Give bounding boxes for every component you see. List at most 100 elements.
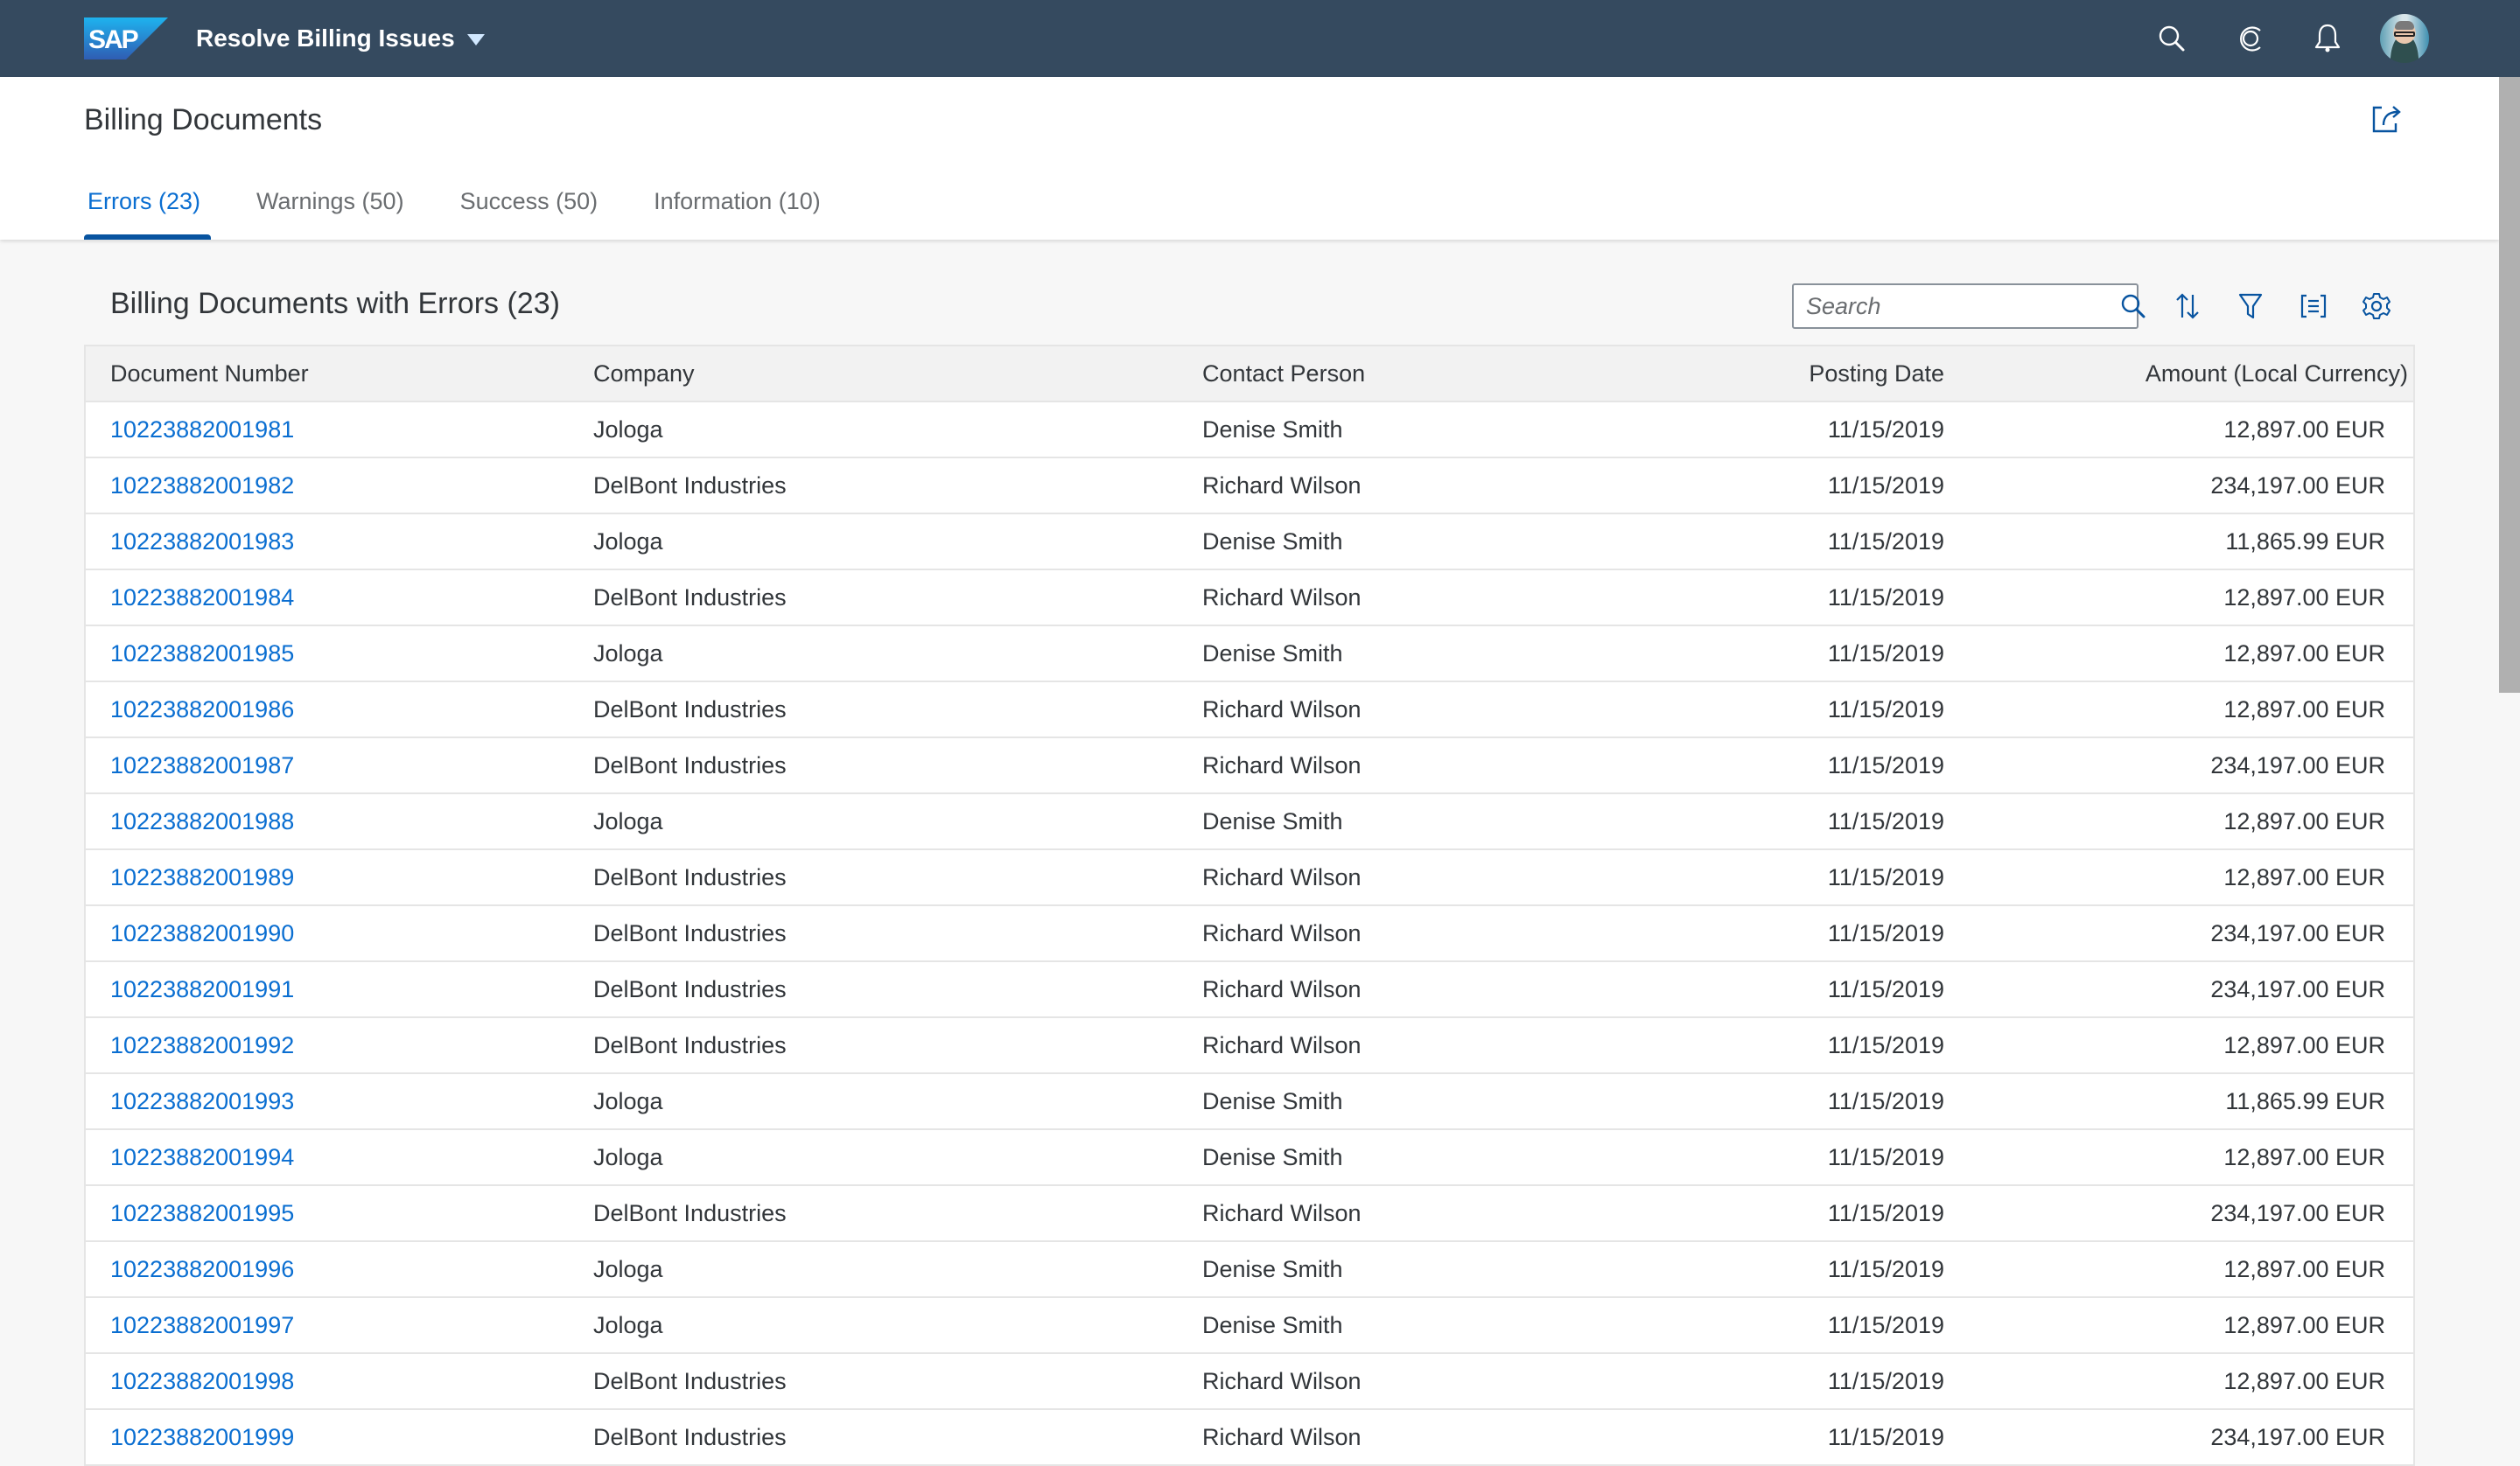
document-number-link[interactable]: 10223882001997 bbox=[86, 1312, 569, 1339]
document-number-link[interactable]: 10223882001987 bbox=[86, 752, 569, 779]
cell-posting-date: 11/15/2019 bbox=[1827, 1367, 1944, 1394]
user-avatar[interactable] bbox=[2380, 14, 2429, 63]
filter-button[interactable] bbox=[2230, 285, 2272, 327]
column-header-contact-person[interactable]: Contact Person bbox=[1176, 360, 1591, 387]
page-title: Billing Documents bbox=[84, 103, 323, 136]
document-number-link[interactable]: 10223882001992 bbox=[86, 1032, 569, 1059]
document-number-link[interactable]: 10223882001993 bbox=[86, 1088, 569, 1115]
cell-posting-date: 11/15/2019 bbox=[1827, 863, 1944, 890]
search-input[interactable] bbox=[1794, 285, 2120, 327]
document-number-link[interactable]: 10223882001984 bbox=[86, 584, 569, 611]
cell-posting-date: 11/15/2019 bbox=[1827, 527, 1944, 555]
notifications-button[interactable] bbox=[2308, 19, 2347, 58]
document-number-link[interactable]: 10223882001985 bbox=[86, 640, 569, 667]
document-number-link[interactable]: 10223882001999 bbox=[86, 1424, 569, 1451]
settings-button[interactable] bbox=[2356, 285, 2398, 327]
cell-amount: 11,865.99 EUR bbox=[2225, 1087, 2385, 1114]
document-number-link[interactable]: 10223882001991 bbox=[86, 976, 569, 1003]
table-row[interactable]: 10223882001984 DelBont Industries Richard … bbox=[86, 570, 2413, 626]
column-header-amount[interactable]: Amount (Local Currency) bbox=[1969, 360, 2413, 387]
table-row[interactable]: 10223882001985 Jologa Denise Smith 11/15/20… bbox=[86, 626, 2413, 682]
cell-posting-date: 11/15/2019 bbox=[1827, 1423, 1944, 1450]
page-scrollbar[interactable] bbox=[2499, 77, 2520, 1466]
table-row[interactable]: 10223882001992 DelBont Industries Richard … bbox=[86, 1018, 2413, 1074]
table-row[interactable]: 10223882001991 DelBont Industries Richard … bbox=[86, 962, 2413, 1018]
cell-posting-date: 11/15/2019 bbox=[1827, 751, 1944, 778]
cell-posting-date: 11/15/2019 bbox=[1827, 1199, 1944, 1226]
document-number-link[interactable]: 10223882001982 bbox=[86, 472, 569, 499]
cell-contact-person: Richard Wilson bbox=[1202, 695, 1362, 723]
table-row[interactable]: 10223882001999 DelBont Industries Richard … bbox=[86, 1410, 2413, 1466]
group-button[interactable] bbox=[2292, 285, 2334, 327]
table-row[interactable]: 10223882001995 DelBont Industries Richard … bbox=[86, 1186, 2413, 1242]
cell-contact-person: Richard Wilson bbox=[1202, 919, 1362, 946]
table-row[interactable]: 10223882001990 DelBont Industries Richard … bbox=[86, 906, 2413, 962]
cell-amount: 12,897.00 EUR bbox=[2223, 1311, 2385, 1338]
document-number-link[interactable]: 10223882001986 bbox=[86, 696, 569, 723]
table-row[interactable]: 10223882001987 DelBont Industries Richard … bbox=[86, 738, 2413, 794]
group-icon bbox=[2300, 294, 2327, 318]
table-body: 10223882001981 Jologa Denise Smith 11/15/20… bbox=[86, 402, 2413, 1466]
column-header-posting-date[interactable]: Posting Date bbox=[1591, 360, 1969, 387]
bell-icon bbox=[2314, 24, 2341, 52]
app-title-menu[interactable]: Resolve Billing Issues bbox=[196, 21, 485, 56]
tab-warnings[interactable]: Warnings (50) bbox=[253, 184, 408, 240]
document-number-link[interactable]: 10223882001983 bbox=[86, 528, 569, 555]
document-number-link[interactable]: 10223882001995 bbox=[86, 1200, 569, 1227]
shell-search-button[interactable] bbox=[2152, 19, 2191, 58]
cell-company: Jologa bbox=[593, 527, 663, 555]
document-number-link[interactable]: 10223882001996 bbox=[86, 1256, 569, 1283]
cell-company: DelBont Industries bbox=[593, 583, 787, 611]
column-header-document-number[interactable]: Document Number bbox=[86, 360, 569, 387]
table-row[interactable]: 10223882001981 Jologa Denise Smith 11/15/20… bbox=[86, 402, 2413, 458]
document-number-link[interactable]: 10223882001989 bbox=[86, 864, 569, 891]
tab-errors[interactable]: Errors (23) bbox=[84, 184, 212, 240]
table-row[interactable]: 10223882001983 Jologa Denise Smith 11/15/20… bbox=[86, 514, 2413, 570]
cell-posting-date: 11/15/2019 bbox=[1827, 1143, 1944, 1170]
document-number-link[interactable]: 10223882001998 bbox=[86, 1368, 569, 1395]
cell-posting-date: 11/15/2019 bbox=[1827, 1087, 1944, 1114]
cell-contact-person: Denise Smith bbox=[1202, 1143, 1343, 1170]
cell-amount: 12,897.00 EUR bbox=[2223, 1367, 2385, 1394]
cell-amount: 234,197.00 EUR bbox=[2210, 919, 2385, 946]
cell-company: Jologa bbox=[593, 1311, 663, 1338]
sap-logo[interactable]: SAP bbox=[84, 17, 168, 59]
cell-company: Jologa bbox=[593, 807, 663, 834]
document-number-link[interactable]: 10223882001994 bbox=[86, 1144, 569, 1171]
share-button[interactable] bbox=[2368, 100, 2406, 138]
tab-bar: Errors (23) Warnings (50) Success (50) I… bbox=[84, 184, 873, 240]
sort-icon bbox=[2176, 293, 2199, 319]
cell-company: Jologa bbox=[593, 1143, 663, 1170]
copilot-button[interactable] bbox=[2231, 19, 2270, 58]
table-row[interactable]: 10223882001996 Jologa Denise Smith 11/15/20… bbox=[86, 1242, 2413, 1298]
document-number-link[interactable]: 10223882001981 bbox=[86, 416, 569, 443]
scrollbar-thumb[interactable] bbox=[2499, 77, 2520, 693]
cell-amount: 234,197.00 EUR bbox=[2210, 751, 2385, 778]
tab-success[interactable]: Success (50) bbox=[457, 184, 602, 240]
sort-button[interactable] bbox=[2166, 285, 2208, 327]
cell-amount: 12,897.00 EUR bbox=[2223, 583, 2385, 611]
table-row[interactable]: 10223882001982 DelBont Industries Richard … bbox=[86, 458, 2413, 514]
cell-amount: 12,897.00 EUR bbox=[2223, 1255, 2385, 1282]
cell-amount: 12,897.00 EUR bbox=[2223, 863, 2385, 890]
document-number-link[interactable]: 10223882001988 bbox=[86, 808, 569, 835]
cell-contact-person: Denise Smith bbox=[1202, 527, 1343, 555]
table-row[interactable]: 10223882001989 DelBont Industries Richard … bbox=[86, 850, 2413, 906]
gear-icon bbox=[2362, 293, 2390, 319]
cell-contact-person: Richard Wilson bbox=[1202, 751, 1362, 778]
document-number-link[interactable]: 10223882001990 bbox=[86, 920, 569, 947]
search-submit-button[interactable] bbox=[2120, 285, 2146, 327]
tab-information[interactable]: Information (10) bbox=[650, 184, 824, 240]
table-row[interactable]: 10223882001994 Jologa Denise Smith 11/15/20… bbox=[86, 1130, 2413, 1186]
cell-posting-date: 11/15/2019 bbox=[1827, 1255, 1944, 1282]
table-row[interactable]: 10223882001988 Jologa Denise Smith 11/15/20… bbox=[86, 794, 2413, 850]
table-row[interactable]: 10223882001993 Jologa Denise Smith 11/15/20… bbox=[86, 1074, 2413, 1130]
cell-posting-date: 11/15/2019 bbox=[1827, 919, 1944, 946]
cell-contact-person: Denise Smith bbox=[1202, 639, 1343, 667]
cell-posting-date: 11/15/2019 bbox=[1827, 415, 1944, 443]
column-header-company[interactable]: Company bbox=[569, 360, 1176, 387]
table-row[interactable]: 10223882001997 Jologa Denise Smith 11/15/20… bbox=[86, 1298, 2413, 1354]
cell-contact-person: Richard Wilson bbox=[1202, 583, 1362, 611]
table-row[interactable]: 10223882001998 DelBont Industries Richard … bbox=[86, 1354, 2413, 1410]
table-row[interactable]: 10223882001986 DelBont Industries Richard … bbox=[86, 682, 2413, 738]
